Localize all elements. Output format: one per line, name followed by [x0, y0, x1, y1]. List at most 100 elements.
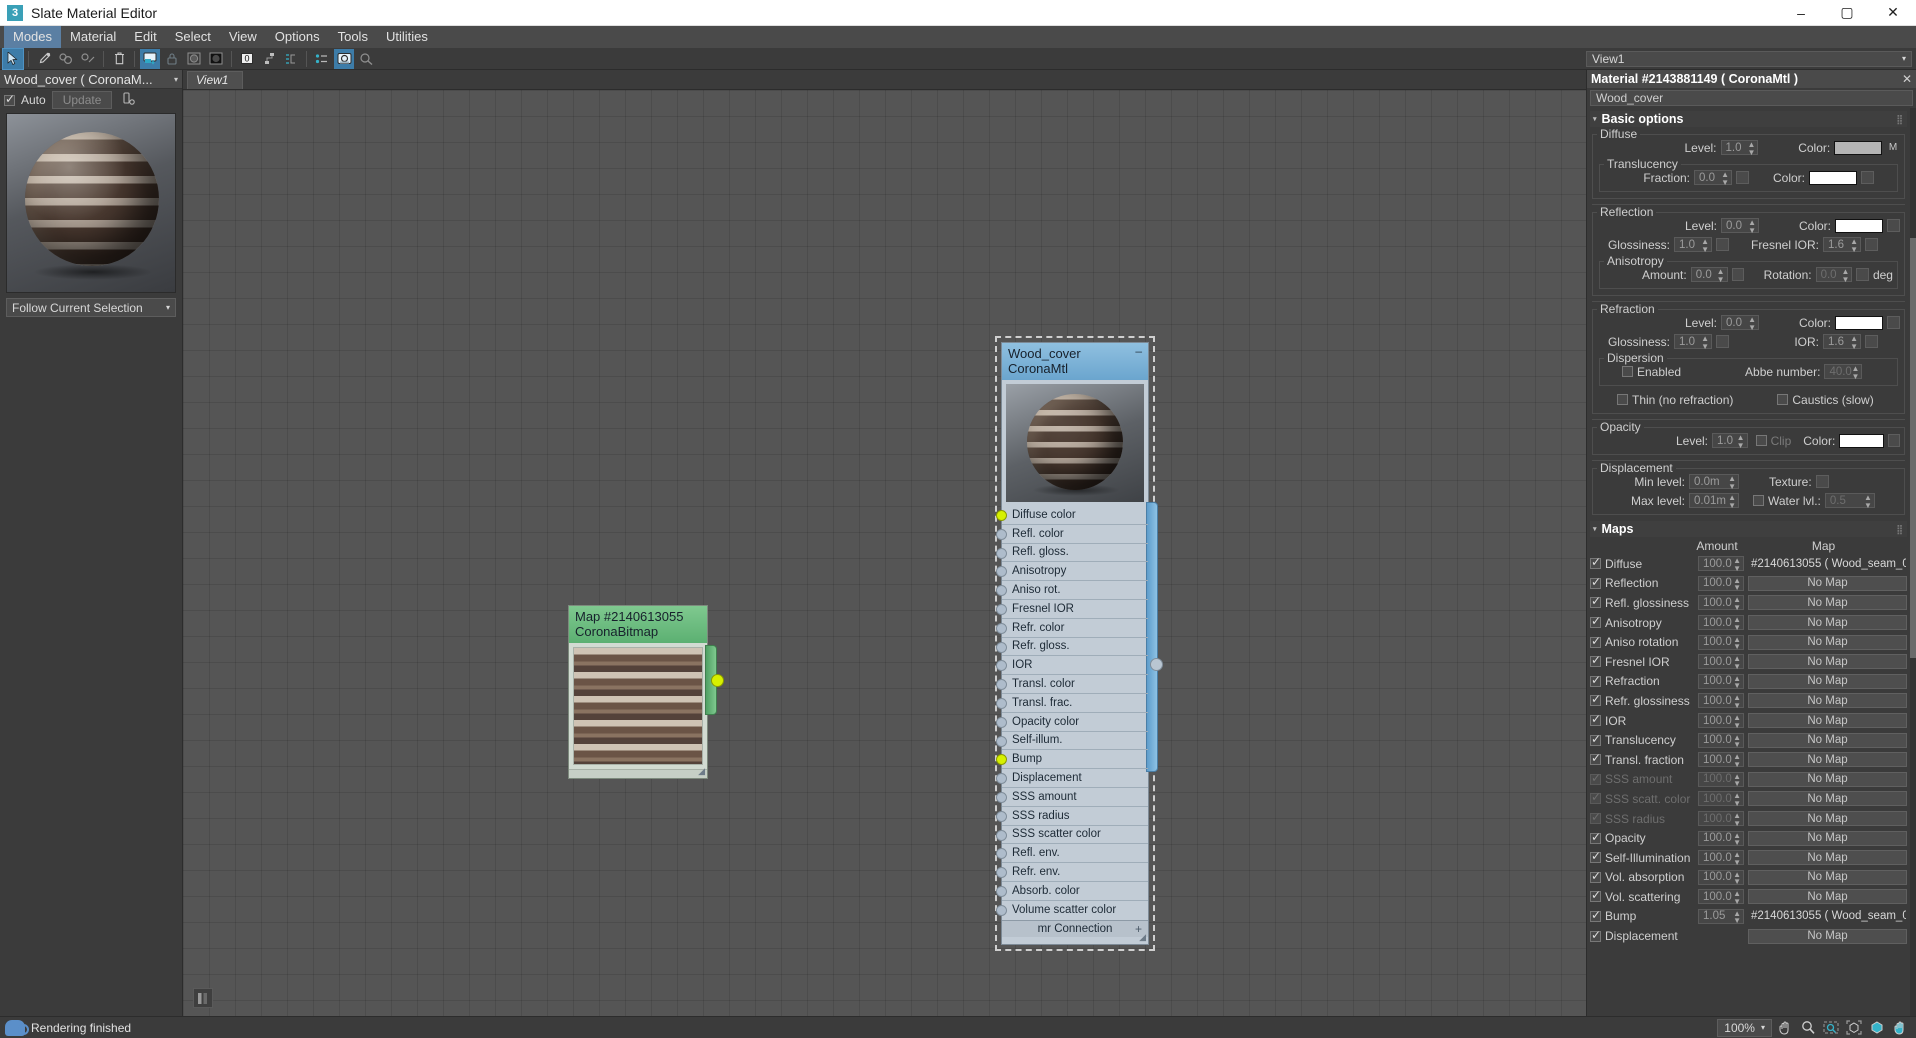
spinner-arrows-icon[interactable]: ▲▼ — [1747, 141, 1755, 156]
map-enable-checkbox[interactable] — [1590, 793, 1601, 804]
delete-icon[interactable] — [109, 49, 129, 69]
pan-all-views-icon[interactable] — [1890, 1019, 1910, 1037]
slot-pin[interactable] — [996, 905, 1007, 916]
map-slot-button[interactable]: No Map — [1748, 791, 1907, 806]
map-slot-button[interactable]: No Map — [1748, 576, 1907, 591]
material-slot[interactable]: Transl. color — [1002, 675, 1148, 694]
abbe-number-spinner[interactable]: 40.0 ▲▼ — [1824, 364, 1862, 379]
map-slot-button[interactable]: No Map — [1748, 674, 1907, 689]
spinner-arrows-icon[interactable]: ▲▼ — [1733, 655, 1741, 670]
material-node[interactable]: – Wood_cover CoronaMtl Diffuse colorRefl… — [1001, 342, 1149, 945]
show-in-viewport-icon[interactable] — [140, 49, 160, 69]
material-slot[interactable]: Refl. env. — [1002, 844, 1148, 863]
map-enable-checkbox[interactable] — [1590, 617, 1601, 628]
preview-object-icon[interactable] — [122, 92, 135, 109]
map-enable-checkbox[interactable] — [1590, 833, 1601, 844]
spinner-arrows-icon[interactable]: ▲▼ — [1721, 171, 1729, 186]
material-slot[interactable]: Aniso rot. — [1002, 581, 1148, 600]
reflection-color-map-button[interactable] — [1887, 219, 1900, 232]
spinner-arrows-icon[interactable]: ▲▼ — [1728, 475, 1736, 490]
dispersion-enabled-checkbox[interactable] — [1622, 366, 1633, 377]
map-amount-spinner[interactable]: 100.0▲▼ — [1698, 850, 1744, 865]
slot-pin[interactable] — [996, 529, 1007, 540]
spinner-arrows-icon[interactable]: ▲▼ — [1850, 335, 1858, 350]
show-end-result-icon[interactable]: 0 — [237, 49, 257, 69]
zoom-extents-icon[interactable] — [1844, 1019, 1864, 1037]
map-enable-checkbox[interactable] — [1590, 813, 1601, 824]
basic-options-header[interactable]: ▾ Basic options ⣿ — [1590, 111, 1907, 127]
scrollbar-thumb[interactable] — [1910, 238, 1916, 658]
spinner-arrows-icon[interactable]: ▲▼ — [1748, 316, 1756, 331]
translucency-fraction-map-button[interactable] — [1736, 171, 1749, 184]
map-amount-spinner[interactable]: 100.0▲▼ — [1698, 870, 1744, 885]
map-slot-button[interactable]: No Map — [1748, 889, 1907, 904]
slot-pin[interactable] — [996, 585, 1007, 596]
map-slot-button[interactable]: No Map — [1748, 850, 1907, 865]
pan-icon[interactable] — [1775, 1019, 1795, 1037]
opacity-color-map-button[interactable] — [1888, 434, 1900, 447]
slot-pin[interactable] — [996, 698, 1007, 709]
map-enable-checkbox[interactable] — [1590, 754, 1601, 765]
slot-pin[interactable] — [996, 848, 1007, 859]
displacement-min-spinner[interactable]: 0.0m ▲▼ — [1689, 474, 1739, 489]
material-slot[interactable]: Refr. env. — [1002, 863, 1148, 882]
select-by-material-icon[interactable] — [356, 49, 376, 69]
map-amount-spinner[interactable]: 100.0▲▼ — [1698, 615, 1744, 630]
put-to-library-icon[interactable] — [281, 49, 301, 69]
spinner-arrows-icon[interactable]: ▲▼ — [1728, 494, 1736, 509]
map-enable-checkbox[interactable] — [1590, 656, 1601, 667]
map-amount-spinner[interactable]: 100.0▲▼ — [1698, 693, 1744, 708]
eyedropper-icon[interactable] — [34, 49, 54, 69]
spinner-arrows-icon[interactable]: ▲▼ — [1701, 238, 1709, 253]
slot-pin[interactable] — [996, 867, 1007, 878]
map-slot-button[interactable]: No Map — [1748, 811, 1907, 826]
anisotropy-amount-spinner[interactable]: 0.0 ▲▼ — [1691, 267, 1728, 282]
map-amount-spinner[interactable]: 100.0▲▼ — [1698, 635, 1744, 650]
slot-pin[interactable] — [996, 566, 1007, 577]
spinner-arrows-icon[interactable]: ▲▼ — [1733, 812, 1741, 827]
material-slot[interactable]: Absorb. color — [1002, 882, 1148, 901]
refraction-glossiness-map-button[interactable] — [1716, 335, 1729, 348]
material-slot[interactable]: SSS amount — [1002, 788, 1148, 807]
fresnel-ior-spinner[interactable]: 1.6 ▲▼ — [1823, 237, 1861, 252]
anisotropy-rotation-map-button[interactable] — [1856, 268, 1869, 281]
refraction-glossiness-spinner[interactable]: 1.0 ▲▼ — [1674, 334, 1712, 349]
map-amount-spinner[interactable]: 100.0▲▼ — [1698, 752, 1744, 767]
water-level-checkbox[interactable] — [1753, 495, 1764, 506]
map-slot-button[interactable]: No Map — [1748, 870, 1907, 885]
map-slot-button[interactable]: No Map — [1748, 929, 1907, 944]
spinner-arrows-icon[interactable]: ▲▼ — [1733, 616, 1741, 631]
ior-map-button[interactable] — [1865, 335, 1878, 348]
material-slot[interactable]: Refl. color — [1002, 525, 1148, 544]
bitmap-node[interactable]: Map #2140613055 CoronaBitmap ◢ — [568, 605, 708, 779]
zoom-region-icon[interactable] — [1821, 1019, 1841, 1037]
spinner-arrows-icon[interactable]: ▲▼ — [1733, 694, 1741, 709]
map-slot-button[interactable]: #2140613055 ( Wood_seam_001 — [1748, 909, 1907, 924]
map-enable-checkbox[interactable] — [1590, 715, 1601, 726]
spinner-arrows-icon[interactable]: ▲▼ — [1717, 268, 1725, 283]
slot-pin[interactable] — [996, 792, 1007, 803]
map-amount-spinner[interactable]: 100.0▲▼ — [1698, 576, 1744, 591]
slot-pin[interactable] — [996, 717, 1007, 728]
spinner-arrows-icon[interactable]: ▲▼ — [1733, 557, 1741, 572]
slot-pin[interactable] — [996, 623, 1007, 634]
close-button[interactable]: ✕ — [1870, 0, 1916, 26]
map-amount-spinner[interactable]: 100.0▲▼ — [1698, 674, 1744, 689]
bitmap-output-pin[interactable] — [711, 674, 724, 687]
checker-background-icon[interactable] — [206, 49, 226, 69]
map-amount-spinner[interactable]: 100.0▲▼ — [1698, 889, 1744, 904]
close-icon[interactable]: ✕ — [1902, 72, 1912, 86]
spinner-arrows-icon[interactable]: ▲▼ — [1701, 335, 1709, 350]
map-enable-checkbox[interactable] — [1590, 774, 1601, 785]
material-node-thumbnail[interactable] — [1006, 384, 1144, 502]
map-amount-spinner[interactable]: 1.05▲▼ — [1698, 909, 1744, 924]
caustics-checkbox[interactable] — [1777, 394, 1788, 405]
spinner-arrows-icon[interactable]: ▲▼ — [1748, 219, 1756, 234]
diffuse-level-spinner[interactable]: 1.0 ▲▼ — [1721, 140, 1759, 155]
menu-item-select[interactable]: Select — [166, 26, 220, 48]
menu-item-options[interactable]: Options — [266, 26, 329, 48]
map-enable-checkbox[interactable] — [1590, 891, 1601, 902]
map-enable-checkbox[interactable] — [1590, 735, 1601, 746]
map-slot-button[interactable]: No Map — [1748, 772, 1907, 787]
spinner-arrows-icon[interactable]: ▲▼ — [1733, 577, 1741, 592]
